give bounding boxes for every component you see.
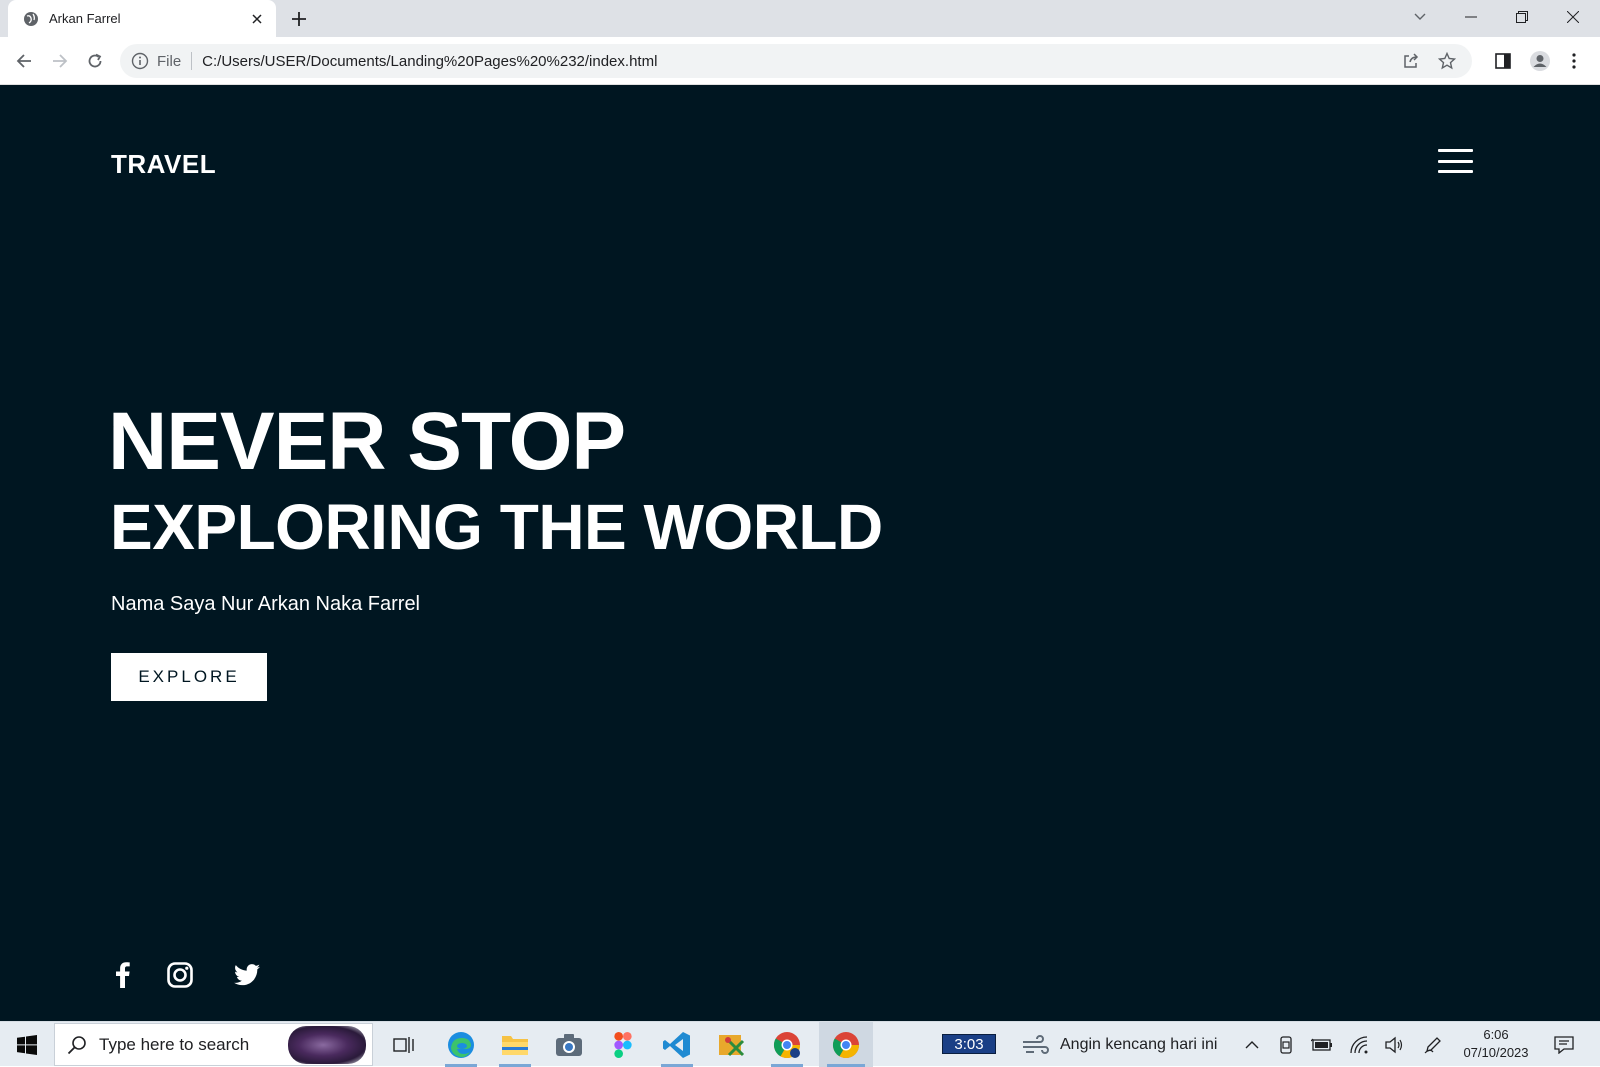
more-menu-icon[interactable] (1562, 49, 1586, 73)
minimize-icon[interactable] (1446, 0, 1496, 33)
windows-taskbar: Type here to search 3:03 Angin kencang h… (0, 1021, 1600, 1067)
edge-icon[interactable] (437, 1022, 485, 1067)
chrome-icon[interactable] (819, 1022, 873, 1067)
browser-tab-strip: Arkan Farrel (0, 0, 1600, 37)
landing-page: TRAVEL NEVER STOP EXPLORING THE WORLD Na… (0, 85, 1600, 1021)
figma-icon[interactable] (599, 1022, 647, 1067)
meet-now-icon[interactable] (1275, 1022, 1299, 1067)
task-view-icon[interactable] (385, 1022, 423, 1067)
tab-search-chevron-icon[interactable] (1395, 0, 1445, 33)
hamburger-menu-icon[interactable] (1438, 149, 1473, 173)
camera-icon[interactable] (545, 1022, 593, 1067)
search-highlight-image[interactable] (288, 1025, 366, 1064)
info-icon[interactable] (131, 52, 149, 70)
wind-icon (1022, 1034, 1050, 1055)
battery-time-badge[interactable]: 3:03 (942, 1034, 996, 1054)
volume-icon[interactable] (1381, 1022, 1407, 1067)
search-placeholder: Type here to search (99, 1034, 250, 1054)
close-tab-icon[interactable] (246, 8, 268, 30)
pen-icon[interactable] (1420, 1022, 1446, 1067)
hero-heading-line2: EXPLORING THE WORLD (110, 491, 883, 563)
facebook-icon[interactable] (109, 961, 137, 989)
globe-icon (23, 11, 39, 27)
side-panel-icon[interactable] (1491, 49, 1515, 73)
url-divider (191, 52, 193, 70)
chevron-up-icon[interactable] (1240, 1022, 1264, 1067)
taskbar-clock[interactable]: 6:06 07/10/2023 (1456, 1026, 1536, 1062)
site-logo[interactable]: TRAVEL (111, 149, 216, 180)
close-window-icon[interactable] (1548, 0, 1598, 33)
share-icon[interactable] (1400, 50, 1422, 72)
search-icon (67, 1035, 87, 1055)
taskbar-search-box[interactable]: Type here to search (54, 1023, 373, 1066)
clock-date: 07/10/2023 (1463, 1045, 1529, 1060)
restore-icon[interactable] (1497, 0, 1547, 33)
hero-heading-line1: NEVER STOP (108, 396, 626, 487)
new-tab-icon[interactable] (288, 8, 310, 30)
notification-center-icon[interactable] (1548, 1022, 1580, 1067)
forward-icon[interactable] (48, 49, 72, 73)
twitter-icon[interactable] (233, 961, 261, 989)
reload-icon[interactable] (83, 49, 107, 73)
tab-title: Arkan Farrel (49, 11, 121, 26)
url-scheme-label: File (157, 52, 182, 70)
browser-tab[interactable]: Arkan Farrel (8, 0, 276, 37)
chrome-profile-icon[interactable] (763, 1022, 811, 1067)
explore-button[interactable]: EXPLORE (111, 653, 267, 701)
hero-subtitle: Nama Saya Nur Arkan Naka Farrel (111, 593, 421, 615)
windows-start-icon[interactable] (10, 1022, 44, 1067)
profile-avatar-icon[interactable] (1528, 49, 1552, 73)
snipping-tool-icon[interactable] (707, 1022, 755, 1067)
wifi-icon[interactable] (1346, 1022, 1372, 1067)
weather-widget[interactable]: Angin kencang hari ini (1022, 1022, 1217, 1067)
url-text[interactable]: C:/Users/USER/Documents/Landing%20Pages%… (202, 53, 1400, 70)
weather-text: Angin kencang hari ini (1060, 1035, 1218, 1053)
file-explorer-icon[interactable] (491, 1022, 539, 1067)
instagram-icon[interactable] (166, 961, 194, 989)
vscode-icon[interactable] (653, 1022, 701, 1067)
address-bar[interactable]: File C:/Users/USER/Documents/Landing%20P… (120, 44, 1472, 78)
back-icon[interactable] (12, 49, 36, 73)
bookmark-star-icon[interactable] (1436, 50, 1458, 72)
battery-icon[interactable] (1309, 1022, 1335, 1067)
clock-time: 6:06 (1483, 1027, 1509, 1042)
browser-toolbar: File C:/Users/USER/Documents/Landing%20P… (0, 37, 1600, 85)
